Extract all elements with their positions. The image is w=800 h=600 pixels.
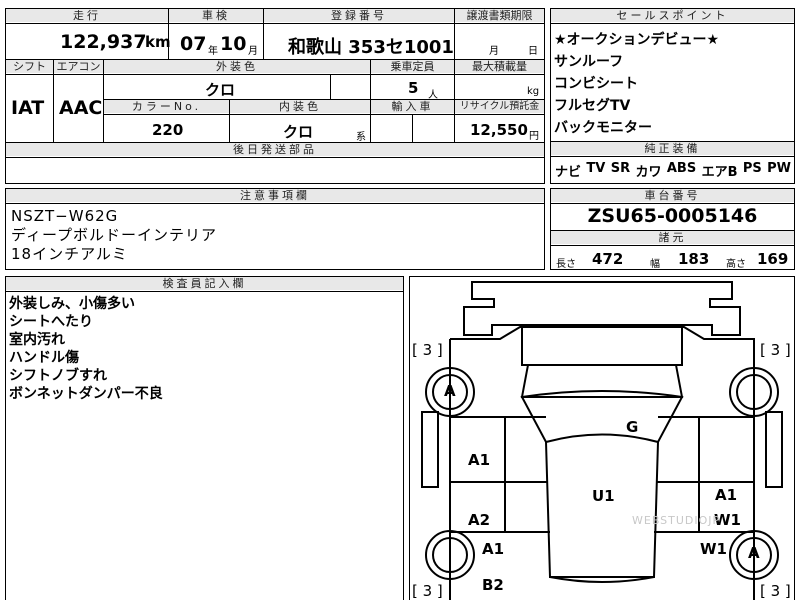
notes-header: 注意事項欄 [6, 189, 544, 202]
length-value: 472 [592, 250, 624, 268]
inspector-line: 外装しみ、小傷多い [9, 296, 135, 312]
sales-point-item: サンルーフ [554, 54, 624, 70]
damage-mark: A2 [468, 511, 491, 529]
exterior-color-header: 外装色 [104, 60, 370, 73]
tire-tread-left-rear: [ 3 ] [412, 582, 443, 600]
inspector-line: ボンネットダンパー不良 [9, 386, 163, 402]
equipment-item: エアB [701, 165, 738, 180]
note-line: ディープボルドーインテリア [11, 226, 218, 244]
damage-mark: A1 [715, 486, 738, 504]
inspection-year-unit: 年 [208, 46, 218, 57]
equipment-item: ABS [666, 161, 697, 176]
sales-point-item: バックモニター [554, 120, 652, 136]
transfer-month-unit: 月 [489, 46, 499, 57]
equipment-item: ナビ [555, 165, 582, 180]
transfer-day-unit: 日 [528, 46, 538, 57]
registration-value: 和歌山 353セ1001 [288, 37, 454, 58]
chassis-header: 車台番号 [551, 189, 794, 202]
inspection-year: 07 [180, 33, 207, 55]
recycle-header: リサイクル預託金 [455, 100, 544, 113]
notes-list: NSZT−W62G ディープボルドーインテリア 18インチアルミ [11, 207, 217, 264]
capacity-header: 乗車定員 [371, 60, 454, 73]
tire-tread-right-rear: [ 3 ] [760, 582, 791, 600]
car-diagram-outline [421, 281, 783, 600]
interior-color-value: クロ [283, 123, 314, 141]
tire-tread-left-front: [ 3 ] [412, 341, 443, 359]
damage-mark: A1 [468, 451, 491, 469]
mileage-value: 122,937 [60, 31, 147, 53]
damage-mark: W1 [700, 540, 727, 558]
damage-mark: A [444, 382, 456, 400]
inspection-month: 10 [220, 33, 247, 55]
aircon-header: エアコン [54, 60, 103, 73]
color-no-header: カラーNo. [104, 100, 229, 113]
dimensions-header: 諸元 [551, 231, 794, 244]
mileage-header: 走行 [6, 9, 168, 22]
exterior-color-value: クロ [205, 81, 236, 99]
damage-mark: A [748, 544, 760, 562]
recycle-unit: 円 [529, 131, 539, 142]
damage-mark: B2 [482, 576, 504, 594]
watermark: WEBSTUDIOJP [632, 514, 721, 527]
transfer-date-header: 譲渡書類期限 [455, 9, 544, 22]
equipment-header: 純正装備 [551, 142, 794, 155]
equipment-list: ナビ TV SR カワ ABS エアB PS PW [555, 161, 791, 180]
sales-point-item: フルセグTV [554, 98, 631, 114]
height-label: 高さ [726, 259, 746, 270]
max-load-unit: kg [527, 86, 540, 97]
note-line: 18インチアルミ [11, 245, 128, 263]
interior-suffix: 系 [356, 132, 366, 143]
tire-tread-right-front: [ 3 ] [760, 341, 791, 359]
inspection-month-unit: 月 [248, 46, 258, 57]
damage-mark: G [626, 418, 639, 436]
sales-point-item: コンビシート [554, 76, 638, 92]
sales-points-header: セールスポイント [551, 9, 794, 22]
damage-mark: U1 [592, 487, 615, 505]
width-value: 183 [678, 250, 710, 268]
interior-color-header: 内装色 [230, 100, 370, 113]
later-parts-header: 後日発送部品 [6, 143, 544, 156]
equipment-item: カワ [635, 165, 662, 180]
import-header: 輸入車 [371, 100, 454, 113]
color-no-value: 220 [152, 121, 184, 139]
length-label: 長さ [556, 259, 576, 270]
note-line: NSZT−W62G [11, 207, 119, 225]
equipment-item: TV [586, 161, 606, 176]
chassis-number: ZSU65-0005146 [587, 205, 758, 227]
recycle-value: 12,550 [470, 121, 528, 139]
inspector-line: 室内汚れ [9, 332, 65, 348]
shift-value: IAT [11, 97, 45, 119]
width-label: 幅 [650, 259, 660, 270]
mileage-unit: km [145, 33, 171, 51]
inspector-line: シートへたり [9, 314, 93, 330]
aircon-value: AAC [59, 97, 103, 119]
equipment-item: PS [742, 161, 762, 176]
capacity-value: 5 [408, 79, 419, 97]
equipment-item: PW [767, 161, 791, 176]
sales-points-list: ★オークションデビュー★ サンルーフ コンビシート フルセグTV バックモニター [554, 29, 719, 139]
max-load-header: 最大積載量 [455, 60, 544, 73]
inspector-list: 外装しみ、小傷多い シートへたり 室内汚れ ハンドル傷 シフトノブすれ ボンネッ… [9, 295, 163, 403]
inspection-header: 車検 [169, 9, 263, 22]
registration-header: 登録番号 [264, 9, 454, 22]
height-value: 169 [757, 250, 789, 268]
inspector-header: 検査員記入欄 [6, 277, 403, 290]
shift-header: シフト [6, 60, 53, 73]
equipment-item: SR [610, 161, 631, 176]
inspector-line: ハンドル傷 [9, 350, 79, 366]
sales-point-item: ★オークションデビュー★ [554, 32, 720, 48]
damage-mark: A1 [482, 540, 505, 558]
inspector-line: シフトノブすれ [9, 368, 107, 384]
